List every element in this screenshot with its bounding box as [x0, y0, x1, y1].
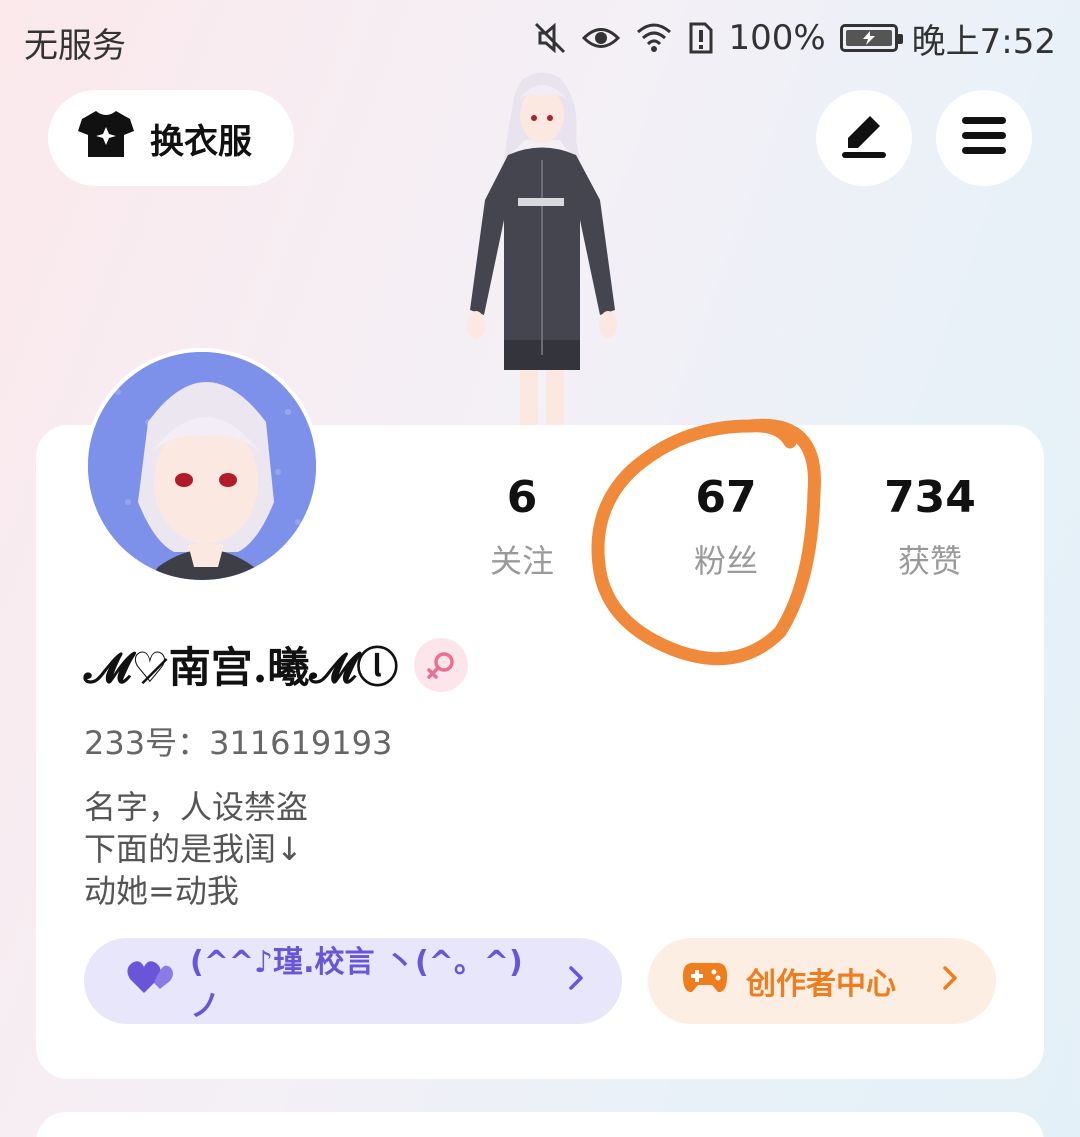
likes-label: 获赞 [897, 542, 962, 580]
double-heart-icon [126, 959, 174, 1003]
tshirt-icon [78, 109, 134, 168]
relationship-tag-label: (^^♪瑾.校言 丶(^。^)ノ [190, 945, 523, 1024]
gamepad-icon [682, 959, 728, 1003]
status-bar: 无服务 100% 晚上7:52 [0, 0, 1080, 80]
bio: 名字，人设禁盗 下面的是我闺↓ 动她=动我 [84, 786, 308, 912]
nickname-row: 𝓜♡̷南宫.曦𝓜ⓛ [84, 634, 469, 695]
status-icons: 100% 晚上7:52 [532, 16, 1056, 62]
stat-following[interactable]: 6 关注 [432, 470, 612, 582]
next-section-card [36, 1112, 1044, 1137]
relationship-tag-button[interactable]: (^^♪瑾.校言 丶(^。^)ノ [84, 938, 622, 1024]
stat-likes[interactable]: 734 获赞 [840, 470, 1020, 582]
annotation-circle [590, 412, 830, 672]
creator-center-button[interactable]: 创作者中心 [648, 938, 996, 1024]
mute-icon [532, 20, 568, 56]
battery-percent: 100% [728, 18, 826, 58]
following-label: 关注 [489, 542, 554, 580]
chevron-right-icon [568, 964, 584, 999]
bio-line: 下面的是我闺↓ [84, 830, 303, 868]
bio-line: 名字，人设禁盗 [84, 788, 309, 826]
bio-line: 动她=动我 [84, 872, 239, 910]
menu-button[interactable] [936, 90, 1032, 186]
change-outfit-button[interactable]: 换衣服 [48, 90, 294, 186]
eye-icon [582, 23, 621, 53]
creator-center-label: 创作者中心 [746, 967, 896, 1002]
chevron-right-icon [942, 964, 958, 999]
status-time: 晚上7:52 [911, 21, 1056, 62]
nickname: 𝓜♡̷南宫.曦𝓜ⓛ [84, 643, 399, 692]
female-icon [414, 637, 469, 692]
pen-icon [840, 112, 888, 164]
wifi-icon [634, 22, 674, 54]
carrier-text: 无服务 [24, 26, 126, 66]
battery-icon [839, 24, 903, 52]
hamburger-icon [960, 115, 1008, 161]
avatar-character-3d[interactable] [430, 70, 650, 430]
following-count: 6 [506, 472, 538, 523]
change-outfit-label: 换衣服 [150, 121, 252, 162]
avatar[interactable] [84, 348, 320, 584]
likes-count: 734 [884, 472, 976, 523]
sim-alert-icon [688, 21, 714, 55]
edit-profile-button[interactable] [816, 90, 912, 186]
user-id: 233号：311619193 [84, 724, 393, 762]
